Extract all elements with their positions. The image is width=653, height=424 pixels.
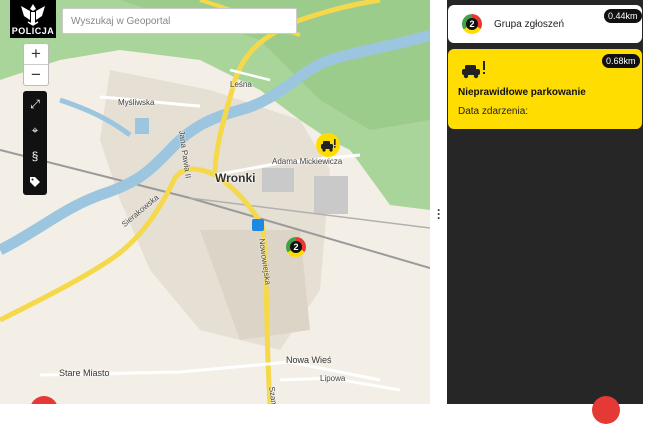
report-date-label: Data zdarzenia: xyxy=(458,106,529,117)
group-distance-badge: 0.44km xyxy=(604,9,642,23)
map-canvas xyxy=(0,0,430,404)
car-warning-icon xyxy=(462,61,485,79)
street-label: Lipowa xyxy=(320,374,346,383)
panel-resize-handle[interactable]: · · · xyxy=(437,204,441,224)
place-label: Stare Miasto xyxy=(59,368,110,378)
group-title: Grupa zgłoszeń xyxy=(494,19,565,30)
car-warning-icon xyxy=(321,139,336,152)
cluster-icon: 2 xyxy=(462,14,482,34)
report-distance-badge: 0.68km xyxy=(602,54,640,68)
street-label: Myśliwska xyxy=(118,98,155,107)
train-station-icon xyxy=(252,219,264,231)
report-title: Nieprawidłowe parkowanie xyxy=(458,87,586,98)
zoom-control: + − xyxy=(23,43,49,86)
police-eagle-icon xyxy=(21,4,45,26)
map-view[interactable]: Leśna Myśliwska Jana Pawła II Adama Mick… xyxy=(0,0,430,404)
cluster-count: 2 xyxy=(290,241,302,253)
street-label: Leśna xyxy=(230,80,252,89)
search-input[interactable] xyxy=(63,9,296,33)
zoom-out-button[interactable]: − xyxy=(24,64,48,85)
police-logo: POLICJA xyxy=(10,0,56,38)
group-count: 2 xyxy=(466,18,478,30)
panel-action-button[interactable] xyxy=(592,396,620,424)
tag-icon-shape xyxy=(30,177,40,187)
zoom-in-button[interactable]: + xyxy=(24,44,48,64)
group-card[interactable]: 2 Grupa zgłoszeń 0.44km xyxy=(448,5,642,43)
paragraph-icon[interactable]: § xyxy=(23,143,47,169)
logo-text: POLICJA xyxy=(11,26,55,36)
report-card[interactable]: 0.68km Nieprawidłowe parkowanie Data zda… xyxy=(448,49,642,129)
street-label: Adama Mickiewicza xyxy=(272,157,343,166)
search-box[interactable] xyxy=(62,8,297,34)
fullscreen-icon[interactable]: ⤢ xyxy=(23,91,47,117)
parking-marker[interactable] xyxy=(316,133,340,157)
map-tools: ⤢ ⌖ § xyxy=(23,91,47,195)
place-label: Nowa Wieś xyxy=(286,355,332,365)
cluster-marker[interactable]: 2 xyxy=(286,237,306,257)
tag-icon[interactable] xyxy=(23,169,47,195)
locate-icon[interactable]: ⌖ xyxy=(23,117,47,143)
town-label: Wronki xyxy=(215,171,256,185)
